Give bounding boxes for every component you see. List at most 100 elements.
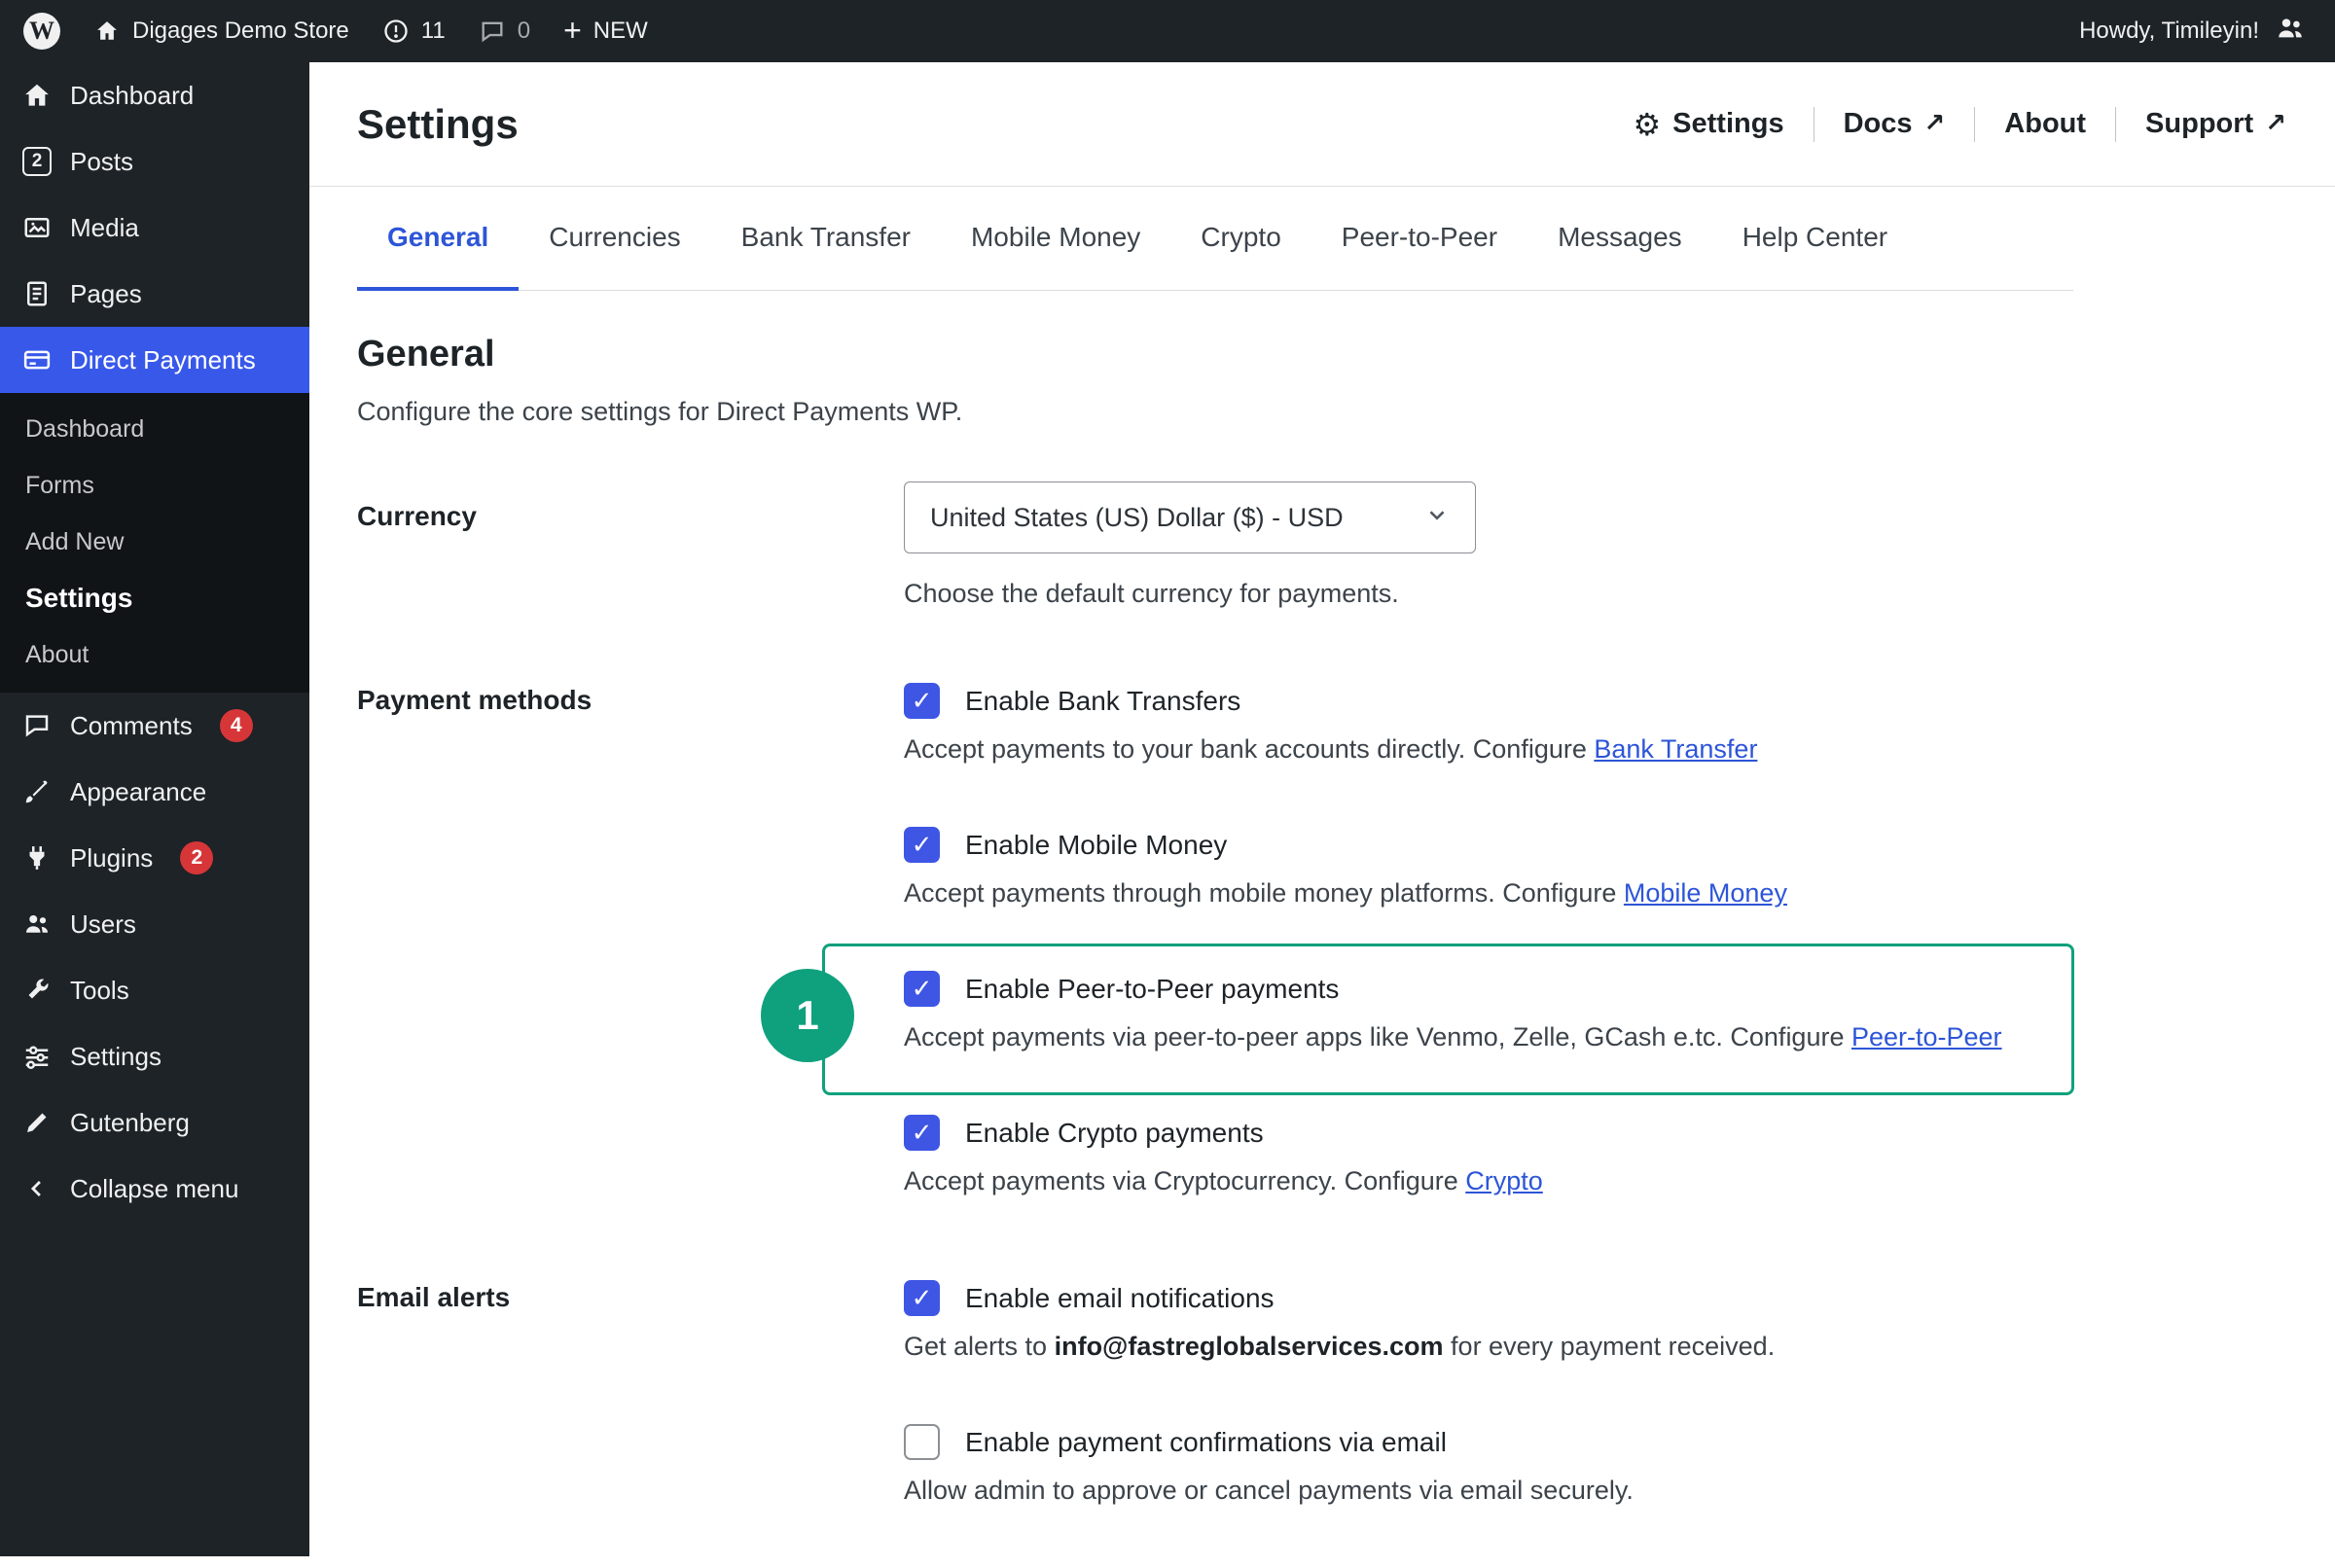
sidebar-item-label: Plugins — [70, 842, 154, 873]
sidebar-item-appearance[interactable]: Appearance — [0, 759, 309, 825]
site-name-label: Digages Demo Store — [132, 18, 349, 44]
email-notifications-checkbox[interactable]: ✓ — [904, 1280, 940, 1316]
header-docs-link[interactable]: Docs ↗ — [1844, 108, 1946, 140]
payment-confirmations-checkbox[interactable] — [904, 1424, 940, 1460]
sidebar-item-label: Users — [70, 909, 136, 939]
annotation-step-marker: 1 — [761, 969, 854, 1062]
sidebar-item-label: Comments — [70, 710, 193, 740]
chevron-down-icon — [1424, 502, 1450, 534]
header-settings-link[interactable]: ⚙ Settings — [1633, 108, 1783, 140]
mobile-money-checkbox[interactable]: ✓ — [904, 827, 940, 863]
check-icon: ✓ — [911, 1283, 933, 1312]
email-alerts-row: Email alerts ✓ Enable email notification… — [357, 1280, 2073, 1568]
crypto-link[interactable]: Crypto — [1465, 1166, 1543, 1195]
header-settings-label: Settings — [1672, 108, 1784, 139]
comments-indicator[interactable]: 0 — [479, 18, 530, 45]
wordpress-logo-icon[interactable]: W — [23, 13, 60, 50]
currency-select[interactable]: United States (US) Dollar ($) - USD — [904, 481, 1476, 553]
sidebar-item-plugins[interactable]: Plugins 2 — [0, 825, 309, 891]
crypto-checkbox[interactable]: ✓ — [904, 1115, 940, 1151]
sidebar-item-gutenberg[interactable]: Gutenberg — [0, 1089, 309, 1156]
mobile-money-link[interactable]: Mobile Money — [1624, 878, 1787, 908]
comments-count-badge: 4 — [219, 709, 253, 742]
check-icon: ✓ — [911, 830, 933, 859]
sidebar-item-posts[interactable]: 2 Posts — [0, 128, 309, 195]
sidebar-item-direct-payments[interactable]: Direct Payments — [0, 327, 309, 393]
tab-crypto[interactable]: Crypto — [1170, 187, 1311, 291]
site-name-link[interactable]: Digages Demo Store — [93, 18, 349, 45]
crypto-description: Accept payments via Cryptocurrency. Conf… — [904, 1166, 2073, 1196]
peer-to-peer-description: Accept payments via peer-to-peer apps li… — [904, 1022, 2073, 1052]
tab-currencies[interactable]: Currencies — [519, 187, 710, 291]
howdy-greeting[interactable]: Howdy, Timileyin! — [2079, 18, 2259, 45]
tab-messages[interactable]: Messages — [1527, 187, 1712, 291]
comment-bubble-icon — [479, 18, 506, 45]
comment-count: 0 — [517, 18, 531, 44]
bank-transfers-checkbox[interactable]: ✓ — [904, 683, 940, 719]
submenu-item-settings-current[interactable]: Settings — [0, 570, 309, 626]
plugins-count-badge: 2 — [180, 841, 214, 874]
sidebar-item-media[interactable]: Media — [0, 195, 309, 261]
description-text: Accept payments via peer-to-peer apps li… — [904, 1022, 1851, 1051]
collapse-menu-button[interactable]: Collapse menu — [0, 1156, 309, 1222]
plugin-header: Settings ⚙ Settings Docs ↗ About Support… — [309, 62, 2335, 187]
submenu-item-forms[interactable]: Forms — [0, 457, 309, 514]
tab-bank-transfer[interactable]: Bank Transfer — [711, 187, 941, 291]
peer-to-peer-checkbox[interactable]: ✓ — [904, 971, 940, 1007]
description-text: Accept payments via Cryptocurrency. Conf… — [904, 1166, 1466, 1195]
chevron-left-icon — [21, 1175, 53, 1202]
description-text: for every payment received. — [1443, 1332, 1776, 1361]
submenu-item-about[interactable]: About — [0, 626, 309, 683]
alert-icon — [382, 18, 410, 45]
submenu-item-dashboard[interactable]: Dashboard — [0, 401, 309, 457]
sidebar-item-comments[interactable]: Comments 4 — [0, 693, 309, 759]
tab-mobile-money[interactable]: Mobile Money — [941, 187, 1170, 291]
sidebar-item-label: Appearance — [70, 776, 207, 806]
crypto-label: Enable Crypto payments — [965, 1117, 1264, 1148]
new-content-button[interactable]: + NEW — [563, 15, 648, 46]
tab-general[interactable]: General — [357, 187, 520, 291]
sidebar-item-pages[interactable]: Pages — [0, 261, 309, 327]
currency-help-text: Choose the default currency for payments… — [904, 579, 1399, 608]
header-support-link[interactable]: Support ↗ — [2145, 108, 2286, 140]
currency-row: Currency United States (US) Dollar ($) -… — [357, 481, 2073, 609]
appearance-icon — [21, 777, 53, 806]
peer-to-peer-label: Enable Peer-to-Peer payments — [965, 973, 1340, 1004]
alerts-indicator[interactable]: 11 — [382, 18, 446, 45]
sidebar-item-dashboard[interactable]: Dashboard — [0, 62, 309, 128]
tools-icon — [21, 976, 53, 1005]
email-notifications-description: Get alerts to info@fastreglobalservices.… — [904, 1332, 2073, 1362]
main-panel: Settings ⚙ Settings Docs ↗ About Support… — [309, 62, 2335, 1556]
email-alerts-label: Email alerts — [357, 1282, 511, 1312]
sidebar-item-label: Posts — [70, 146, 134, 176]
sidebar-item-users[interactable]: Users — [0, 891, 309, 957]
sidebar-item-settings[interactable]: Settings — [0, 1023, 309, 1089]
sidebar-item-label: Gutenberg — [70, 1107, 190, 1137]
home-icon — [21, 81, 53, 110]
peer-to-peer-option: 1 ✓ Enable Peer-to-Peer payments Accept … — [761, 944, 2074, 1095]
comments-icon — [21, 711, 53, 740]
bank-transfer-link[interactable]: Bank Transfer — [1594, 734, 1757, 764]
payments-icon — [21, 345, 53, 374]
sidebar-item-label: Tools — [70, 975, 129, 1005]
tab-peer-to-peer[interactable]: Peer-to-Peer — [1311, 187, 1527, 291]
sidebar-item-tools[interactable]: Tools — [0, 957, 309, 1023]
section-heading: General — [357, 334, 495, 374]
payment-confirmations-option: Enable payment confirmations via email A… — [904, 1424, 2073, 1506]
sidebar-item-label: Collapse menu — [70, 1173, 239, 1203]
settings-tabs: General Currencies Bank Transfer Mobile … — [357, 187, 2073, 291]
pages-icon — [21, 279, 53, 308]
home-icon — [93, 18, 121, 45]
gutenberg-icon — [21, 1108, 53, 1137]
sidebar-item-label: Settings — [70, 1041, 162, 1071]
annotation-highlight-box — [822, 944, 2074, 1095]
media-icon — [21, 213, 53, 242]
tab-help-center[interactable]: Help Center — [1712, 187, 1918, 291]
check-icon: ✓ — [911, 974, 933, 1003]
header-about-link[interactable]: About — [2004, 108, 2086, 140]
bank-transfers-label: Enable Bank Transfers — [965, 685, 1241, 716]
submenu-item-add-new[interactable]: Add New — [0, 514, 309, 570]
email-notifications-option: ✓ Enable email notifications Get alerts … — [904, 1280, 2073, 1362]
settings-icon — [21, 1042, 53, 1071]
peer-to-peer-link[interactable]: Peer-to-Peer — [1851, 1022, 2002, 1051]
